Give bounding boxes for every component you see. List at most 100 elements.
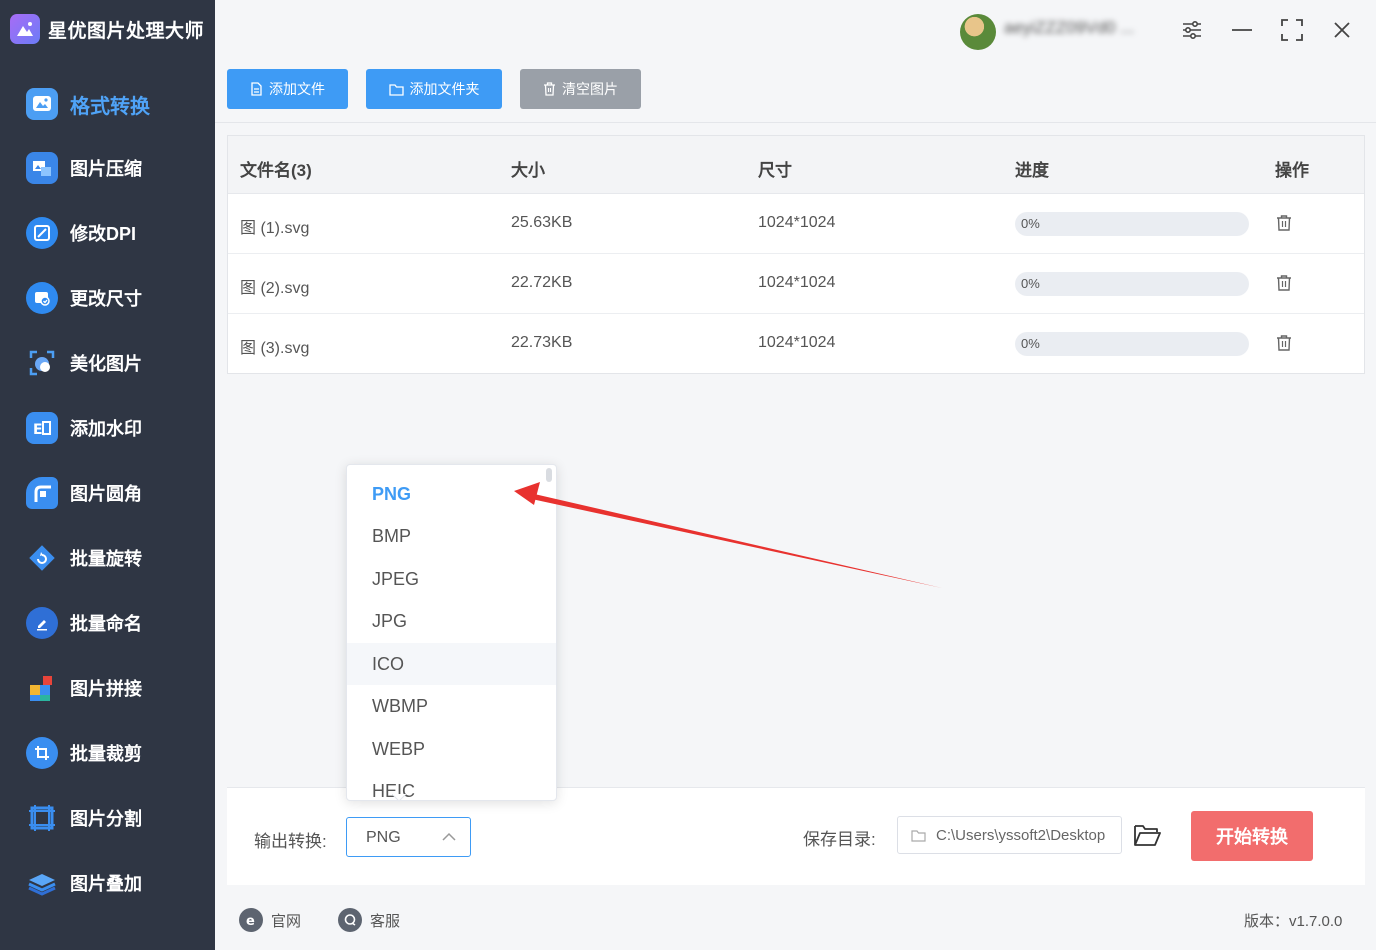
format-option-webp[interactable]: WEBP	[347, 728, 556, 770]
header-progress: 进度	[1015, 161, 1049, 180]
format-option-jpeg[interactable]: JPEG	[347, 558, 556, 600]
start-convert-button[interactable]: 开始转换	[1191, 811, 1313, 861]
progress-text: 0%	[1021, 216, 1040, 231]
output-format-select[interactable]: PNG	[346, 817, 471, 857]
settings-sliders-icon[interactable]	[1176, 14, 1208, 46]
svg-text:e: e	[246, 914, 255, 927]
file-size: 22.72KB	[511, 274, 573, 291]
round-corner-icon	[26, 477, 58, 509]
file-size: 25.63KB	[511, 214, 573, 231]
add-folder-label: 添加文件夹	[409, 81, 480, 97]
rotate-icon	[26, 542, 58, 574]
support-label: 客服	[370, 912, 401, 930]
website-label: 官网	[271, 912, 302, 930]
file-size: 22.73KB	[511, 334, 573, 351]
stitch-icon	[26, 672, 58, 704]
clear-images-label: 清空图片	[562, 81, 618, 97]
sidebar-item-label: 修改DPI	[70, 224, 137, 244]
sidebar-item-label: 更改尺寸	[70, 289, 142, 309]
format-option-heic[interactable]: HEIC	[347, 770, 556, 801]
format-convert-icon	[26, 88, 58, 120]
resize-icon	[26, 282, 58, 314]
trash-icon	[544, 82, 555, 96]
support-link[interactable]: 客服	[338, 907, 400, 933]
dropdown-pointer	[392, 794, 406, 802]
format-option-wbmp[interactable]: WBMP	[347, 685, 556, 727]
sidebar-item-label: 美化图片	[70, 354, 142, 374]
sidebar-item-dpi[interactable]: 修改DPI	[0, 207, 215, 259]
crop-icon	[26, 737, 58, 769]
sidebar-item-label: 批量裁剪	[70, 744, 142, 764]
sidebar-item-split[interactable]: 图片分割	[0, 792, 215, 844]
progress-bar: 0%	[1015, 332, 1249, 356]
header-dimensions: 尺寸	[758, 161, 792, 180]
browser-icon: e	[239, 908, 263, 932]
image-compress-icon	[26, 152, 58, 184]
sidebar-item-label: 图片圆角	[70, 484, 142, 504]
user-name[interactable]: aeyiZZZ09Vd0 ...	[1004, 18, 1152, 42]
sidebar-item-label: 图片压缩	[70, 159, 142, 179]
progress-bar: 0%	[1015, 272, 1249, 296]
sidebar-item-label: 图片拼接	[70, 679, 142, 699]
progress-text: 0%	[1021, 336, 1040, 351]
format-option-jpg[interactable]: JPG	[347, 600, 556, 642]
progress-bar: 0%	[1015, 212, 1249, 236]
sidebar-item-overlay[interactable]: 图片叠加	[0, 857, 215, 909]
format-option-png[interactable]: PNG	[347, 473, 556, 515]
sidebar-item-crop[interactable]: 批量裁剪	[0, 727, 215, 779]
save-path-field[interactable]: C:\Users\yssoft2\Desktop	[897, 816, 1122, 854]
website-link[interactable]: e 官网	[239, 907, 301, 933]
sidebar-item-label: 批量旋转	[70, 549, 142, 569]
app-logo-icon	[10, 14, 40, 44]
browse-folder-icon[interactable]	[1133, 822, 1161, 848]
clear-images-button[interactable]: 清空图片	[520, 69, 641, 109]
arrow-shaft	[527, 493, 942, 588]
app-title: 星优图片处理大师	[10, 12, 204, 46]
sidebar-item-format-convert[interactable]: 格式转换	[0, 78, 215, 130]
file-name: 图 (2).svg	[240, 280, 310, 297]
sidebar-item-label: 批量命名	[70, 614, 142, 634]
format-option-ico[interactable]: ICO	[347, 643, 556, 685]
table-row: 图 (1).svg 25.63KB 1024*1024 0%	[228, 194, 1364, 254]
header-size: 大小	[511, 161, 545, 180]
sidebar-item-round-corner[interactable]: 图片圆角	[0, 467, 215, 519]
app-name: 星优图片处理大师	[48, 20, 205, 42]
sidebar-item-stitch[interactable]: 图片拼接	[0, 662, 215, 714]
save-directory-label: 保存目录:	[803, 830, 876, 849]
sidebar-item-watermark[interactable]: E 添加水印	[0, 402, 215, 454]
sidebar-item-resize[interactable]: 更改尺寸	[0, 272, 215, 324]
header-actions: 操作	[1275, 161, 1309, 180]
avatar[interactable]	[960, 14, 996, 50]
format-option-bmp[interactable]: BMP	[347, 515, 556, 557]
delete-row-icon[interactable]	[1275, 334, 1295, 354]
delete-row-icon[interactable]	[1275, 214, 1295, 234]
output-format-value: PNG	[366, 829, 401, 846]
split-icon	[26, 802, 58, 834]
sidebar-item-beautify[interactable]: 美化图片	[0, 337, 215, 389]
sidebar-item-label: 添加水印	[70, 419, 142, 439]
table-header: 文件名(3) 大小 尺寸 进度 操作	[228, 136, 1364, 194]
sidebar-item-rotate[interactable]: 批量旋转	[0, 532, 215, 584]
add-file-button[interactable]: 添加文件	[227, 69, 348, 109]
minimize-icon[interactable]	[1226, 14, 1258, 46]
chat-icon	[338, 908, 362, 932]
sidebar-item-label: 格式转换	[70, 95, 150, 118]
add-file-label: 添加文件	[269, 81, 325, 97]
rename-icon	[26, 607, 58, 639]
folder-icon	[911, 830, 926, 842]
file-dimensions: 1024*1024	[758, 334, 836, 351]
delete-row-icon[interactable]	[1275, 274, 1295, 294]
file-name: 图 (3).svg	[240, 340, 310, 357]
version-text: 版本：v1.7.0.0	[1244, 913, 1343, 930]
table-row: 图 (2).svg 22.72KB 1024*1024 0%	[228, 254, 1364, 314]
close-icon[interactable]	[1326, 14, 1358, 46]
table-row: 图 (3).svg 22.73KB 1024*1024 0%	[228, 314, 1364, 374]
sidebar-item-rename[interactable]: 批量命名	[0, 597, 215, 649]
file-dimensions: 1024*1024	[758, 274, 836, 291]
svg-text:E: E	[33, 422, 43, 438]
add-folder-button[interactable]: 添加文件夹	[366, 69, 502, 109]
maximize-icon[interactable]	[1276, 14, 1308, 46]
watermark-icon: E	[26, 412, 58, 444]
sidebar-item-image-compress[interactable]: 图片压缩	[0, 142, 215, 194]
dpi-icon	[26, 217, 58, 249]
